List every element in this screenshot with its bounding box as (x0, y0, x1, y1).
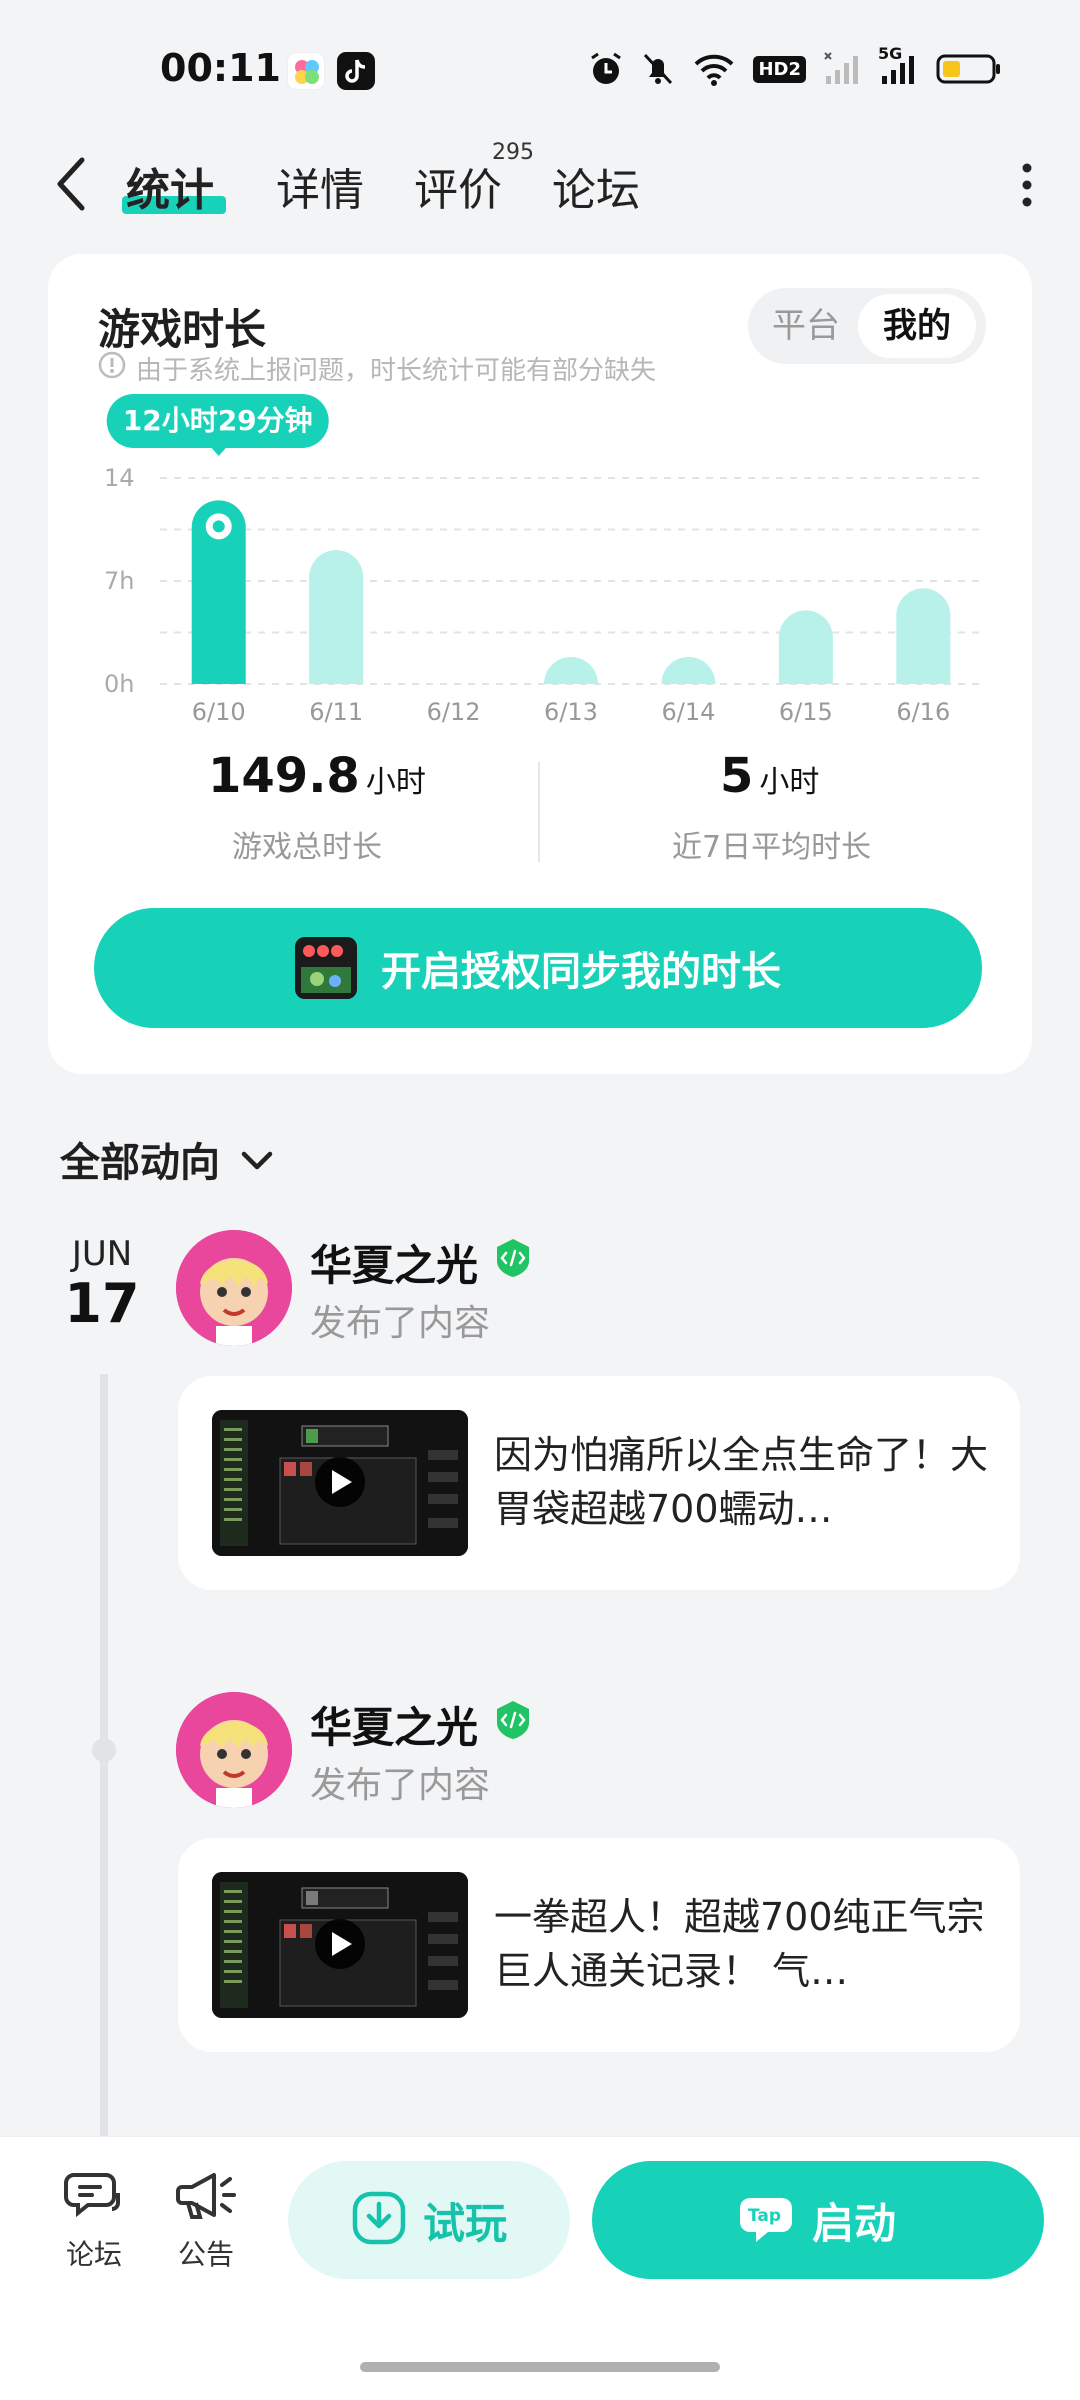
post-author-name: 华夏之光 (310, 1703, 479, 1752)
y-tick-label: 7h (104, 567, 134, 595)
y-tick-label: 0h (104, 670, 134, 698)
post-author[interactable]: 华夏之光 (310, 1694, 534, 1755)
post-text: 一拳超人！超越700纯正气宗巨人通关记录！ 气… (494, 1895, 985, 1993)
playtime-bar-chart: 0h 7h 14 6/10 6/11 6/12 6/13 6/14 6/15 6/16 12小时29… (104, 394, 982, 726)
card-title: 游戏时长 (98, 305, 267, 354)
launch-label: 启动 (811, 2198, 896, 2248)
download-icon (351, 2190, 407, 2250)
sync-button-label: 开启授权同步我的时长 (381, 949, 781, 995)
status-time: 00:11 (160, 46, 281, 90)
tab-forum[interactable]: 论坛 (552, 154, 640, 218)
chart-bar[interactable] (661, 657, 716, 684)
back-arrow-icon[interactable] (52, 154, 92, 214)
chevron-down-icon (240, 1136, 274, 1182)
more-options-icon[interactable] (1022, 160, 1032, 210)
mute-icon (641, 50, 675, 88)
card-note-text: 由于系统上报问题，时长统计可能有部分缺失 (136, 356, 657, 386)
total-playtime-caption: 游戏总时长 (232, 830, 382, 865)
bottom-action-bar: 论坛 公告 试玩 Tap 启动 (0, 2136, 1080, 2400)
review-count-badge: 295 (492, 140, 534, 165)
tap-logo-icon: Tap (739, 2192, 796, 2248)
tooltip-label: 12小时29分钟 (123, 404, 313, 437)
tooltip-pointer (210, 447, 227, 456)
x-tick-label: 6/13 (544, 698, 598, 726)
tab-details[interactable]: 详情 (276, 154, 364, 218)
x-tick-label: 6/14 (661, 698, 715, 726)
total-playtime-value: 149.8 (208, 748, 360, 804)
wifi-icon (693, 50, 735, 88)
avg-playtime-value: 5 (720, 748, 754, 804)
chart-bar[interactable] (896, 588, 951, 684)
colorful-app-icon (287, 52, 325, 90)
home-indicator[interactable] (360, 2362, 720, 2372)
total-playtime: 149.8 小时 (208, 748, 426, 804)
bar-marker-dot (212, 520, 225, 533)
tab-stats[interactable]: 统计 (126, 154, 214, 218)
date-month: JUN (71, 1234, 133, 1274)
signal-icon (824, 50, 860, 88)
x-tick-label: 6/10 (192, 698, 246, 726)
date-day: 17 (64, 1272, 140, 1335)
toggle-platform[interactable]: 平台 (764, 288, 848, 364)
sync-playtime-button[interactable]: 开启授权同步我的时长 (94, 908, 982, 1028)
y-tick-label: 14 (104, 464, 135, 492)
forum-label: 论坛 (65, 2238, 122, 2271)
post-author[interactable]: 华夏之光 (310, 1232, 534, 1293)
top-nav: 统计 详情 评价 295 论坛 (0, 140, 1080, 230)
megaphone-icon (156, 2167, 256, 2227)
feed-filter-dropdown[interactable]: 全部动向 (60, 1130, 274, 1188)
developer-badge-icon (492, 1699, 534, 1751)
tap-logo-text: Tap (747, 2206, 782, 2226)
stat-divider (538, 762, 540, 862)
avg-playtime: 5 小时 (720, 748, 819, 804)
5g-signal-icon: 5G (878, 44, 918, 88)
post-text: 因为怕痛所以全点生命了！大胃袋超越700蠕动… (494, 1433, 989, 1531)
x-tick-label: 6/12 (427, 698, 481, 726)
hd-icon: HD2 (753, 50, 806, 88)
post-action: 发布了内容 (310, 1303, 491, 1344)
video-thumbnail[interactable] (212, 1410, 468, 1556)
launch-button[interactable]: Tap 启动 (592, 2161, 1044, 2279)
chart-bar[interactable] (778, 610, 833, 684)
forum-chat-icon (44, 2167, 144, 2227)
developer-badge-icon (492, 1237, 534, 1289)
chart-bar[interactable] (309, 550, 364, 684)
announcement-button[interactable]: 公告 (156, 2167, 256, 2273)
tab-reviews[interactable]: 评价 (414, 154, 502, 218)
avg-playtime-caption: 近7日平均时长 (672, 830, 872, 865)
tiktok-icon (337, 52, 375, 90)
game-thumbnail-icon (295, 937, 357, 999)
avatar[interactable] (176, 1692, 292, 1808)
x-tick-label: 6/16 (896, 698, 950, 726)
playtime-card: 游戏时长 由于系统上报问题，时长统计可能有部分缺失 平台 我的 0h 7h 14 6/… (48, 254, 1032, 1074)
alarm-icon (589, 50, 623, 88)
x-tick-label: 6/11 (309, 698, 363, 726)
playtime-chart: 0h 7h 14 6/10 6/11 6/12 6/13 6/14 6/15 6/16 12小时29… (48, 394, 1032, 834)
try-play-label: 试玩 (422, 2198, 507, 2248)
video-thumbnail[interactable] (212, 1872, 468, 2018)
card-note: 由于系统上报问题，时长统计可能有部分缺失 (98, 350, 656, 387)
total-playtime-unit: 小时 (365, 765, 426, 800)
toggle-mine[interactable]: 我的 (858, 294, 976, 358)
x-tick-label: 6/15 (779, 698, 833, 726)
platform-mine-toggle: 平台 我的 (748, 288, 986, 364)
feed-filter-label: 全部动向 (60, 1140, 220, 1186)
try-play-button[interactable]: 试玩 (288, 2161, 570, 2279)
forum-button[interactable]: 论坛 (44, 2167, 144, 2273)
info-icon (98, 351, 126, 386)
timeline-dot (92, 1738, 116, 1762)
status-bar: 00:11 HD2 5G (0, 0, 1080, 130)
post-author-name: 华夏之光 (310, 1241, 479, 1290)
post-card[interactable]: 一拳超人！超越700纯正气宗巨人通关记录！ 气… (178, 1838, 1020, 2052)
battery-icon (936, 50, 1002, 88)
avg-playtime-unit: 小时 (759, 765, 820, 800)
chart-bar[interactable] (544, 657, 598, 684)
announcement-label: 公告 (177, 2238, 234, 2271)
avatar[interactable] (176, 1230, 292, 1346)
post-action: 发布了内容 (310, 1765, 491, 1806)
post-card[interactable]: 因为怕痛所以全点生命了！大胃袋超越700蠕动… (178, 1376, 1020, 1590)
